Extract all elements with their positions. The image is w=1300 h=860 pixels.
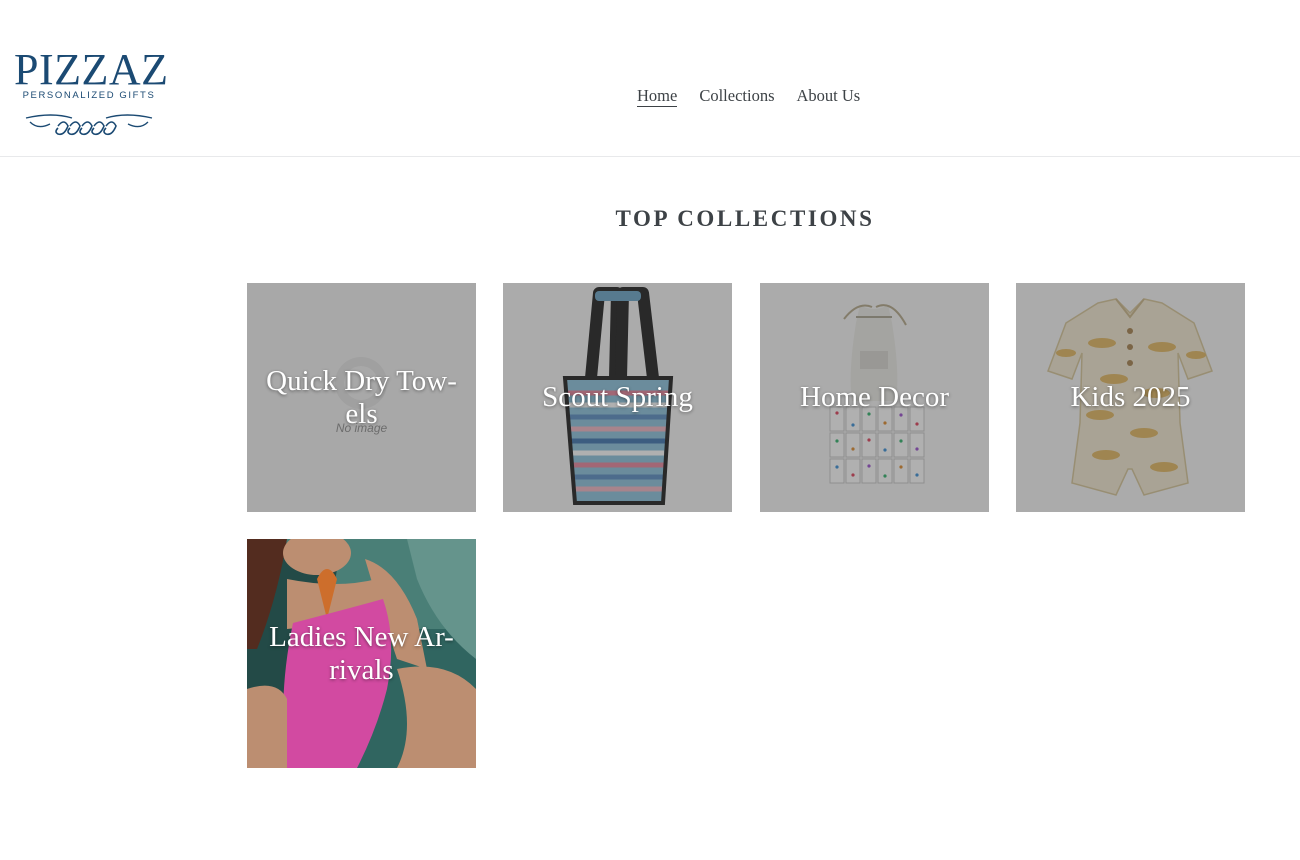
logo-tagline: PERSONALIZED GIFTS [22,90,156,101]
collection-title: Scout Spring [542,381,693,413]
main-nav: Home Collections About Us [637,86,860,107]
collection-title: Home Decor [800,381,949,413]
collection-title: Quick Dry Tow- els [266,364,457,430]
collection-title: Kids 2025 [1070,381,1191,413]
section-title: TOP COLLECTIONS [615,206,875,231]
collection-title: Ladies New Ar- rivals [269,620,454,686]
collection-card-quick-dry-towels[interactable]: No image Quick Dry Tow- els [247,283,476,512]
brand-logo[interactable]: PIZZAZ PERSONALIZED GIFTS [14,45,169,142]
ornament-swirl-icon [25,114,153,136]
nav-link-home[interactable]: Home [637,86,678,107]
site-header: PIZZAZ PERSONALIZED GIFTS Home Collectio… [0,0,1300,157]
logo-wordmark: PIZZAZ [14,45,169,94]
collection-card-kids-2025[interactable]: Kids 2025 [1016,283,1245,512]
nav-link-about-us[interactable]: About Us [797,86,861,107]
nav-link-collections[interactable]: Collections [699,86,774,107]
collection-card-ladies-new-arrivals[interactable]: Ladies New Ar- rivals [247,539,476,768]
collection-card-scout-spring[interactable]: Scout Spring [503,283,732,512]
collection-card-home-decor[interactable]: Home Decor [760,283,989,512]
